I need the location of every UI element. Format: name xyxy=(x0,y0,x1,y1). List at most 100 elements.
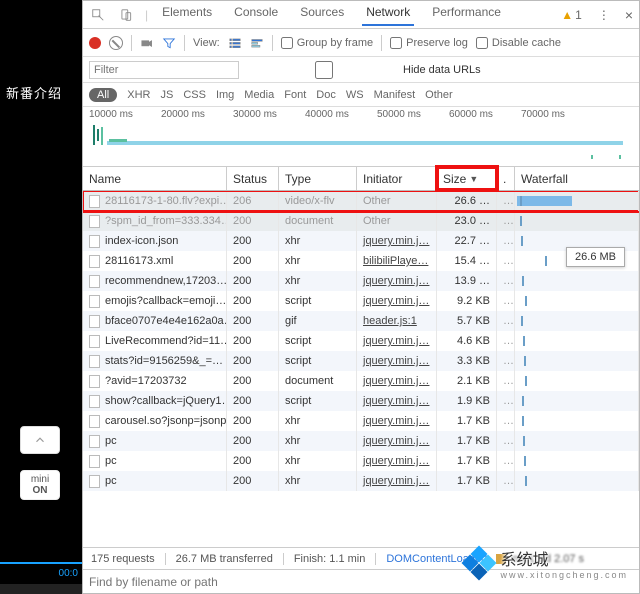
table-row[interactable]: show?callback=jQuery1…200scriptjquery.mi… xyxy=(83,391,639,411)
request-table: 26.6 MB 28116173-1-80.flv?expi…206video/… xyxy=(83,191,639,547)
table-row[interactable]: pc200xhrjquery.min.j…1.7 KB… xyxy=(83,431,639,451)
col-status[interactable]: Status xyxy=(227,167,279,190)
more-menu-icon[interactable]: ⋮ xyxy=(598,8,609,22)
req-initiator[interactable]: jquery.min.j… xyxy=(357,271,437,291)
type-filter-ws[interactable]: WS xyxy=(346,89,364,101)
filter-input[interactable] xyxy=(89,61,239,79)
type-filter-img[interactable]: Img xyxy=(216,89,234,101)
inspect-icon[interactable] xyxy=(89,6,107,24)
req-type: script xyxy=(279,331,357,351)
warning-badge[interactable]: ▲ 1 xyxy=(561,8,582,22)
req-status: 206 xyxy=(227,191,279,211)
req-initiator[interactable]: jquery.min.j… xyxy=(357,331,437,351)
req-initiator[interactable]: jquery.min.j… xyxy=(357,371,437,391)
req-name: LiveRecommend?id=11… xyxy=(105,335,227,347)
req-size: 1.7 KB xyxy=(437,451,497,471)
req-status: 200 xyxy=(227,351,279,371)
table-row[interactable]: index-icon.json200xhrjquery.min.j…22.7 …… xyxy=(83,231,639,251)
table-row[interactable]: recommendnew,17203…200xhrjquery.min.j…13… xyxy=(83,271,639,291)
table-row[interactable]: 28116173.xml200xhrbilibiliPlaye…15.4 …… xyxy=(83,251,639,271)
req-type: script xyxy=(279,391,357,411)
req-extra: … xyxy=(497,391,515,411)
hide-data-urls-checkbox[interactable]: Hide data URLs xyxy=(249,61,481,79)
file-icon xyxy=(89,475,100,488)
req-size: 1.7 KB xyxy=(437,431,497,451)
file-icon xyxy=(89,435,100,448)
record-icon[interactable] xyxy=(89,37,101,49)
type-filter-other[interactable]: Other xyxy=(425,89,453,101)
col-waterfall[interactable]: Waterfall xyxy=(515,167,639,190)
type-filter-media[interactable]: Media xyxy=(244,89,274,101)
type-filter-font[interactable]: Font xyxy=(284,89,306,101)
req-initiator: Other xyxy=(357,191,437,211)
req-type: xhr xyxy=(279,431,357,451)
req-initiator[interactable]: jquery.min.j… xyxy=(357,291,437,311)
req-initiator[interactable]: jquery.min.j… xyxy=(357,391,437,411)
camera-icon[interactable] xyxy=(140,36,154,50)
preserve-log-checkbox[interactable]: Preserve log xyxy=(390,37,468,49)
table-row[interactable]: pc200xhrjquery.min.j…1.7 KB… xyxy=(83,451,639,471)
req-initiator[interactable]: jquery.min.j… xyxy=(357,471,437,491)
col-initiator[interactable]: Initiator xyxy=(357,167,437,190)
req-size: 13.9 … xyxy=(437,271,497,291)
tab-performance[interactable]: Performance xyxy=(428,5,505,25)
req-initiator[interactable]: header.js:1 xyxy=(357,311,437,331)
disable-cache-checkbox[interactable]: Disable cache xyxy=(476,37,561,49)
req-extra: … xyxy=(497,311,515,331)
type-filter-all[interactable]: All xyxy=(89,88,117,102)
col-type[interactable]: Type xyxy=(279,167,357,190)
req-size: 3.3 KB xyxy=(437,351,497,371)
req-initiator[interactable]: jquery.min.j… xyxy=(357,231,437,251)
list-view-icon[interactable] xyxy=(228,36,242,50)
req-extra: … xyxy=(497,211,515,231)
devtools-panel: | ElementsConsoleSourcesNetworkPerforman… xyxy=(82,0,640,594)
req-type: xhr xyxy=(279,451,357,471)
req-waterfall xyxy=(515,351,639,371)
req-initiator[interactable]: jquery.min.j… xyxy=(357,351,437,371)
device-toggle-icon[interactable] xyxy=(117,6,135,24)
mini-toggle[interactable]: mini ON xyxy=(20,470,60,500)
req-name: ?spm_id_from=333.334… xyxy=(105,215,227,227)
tab-elements[interactable]: Elements xyxy=(158,5,216,25)
table-row[interactable]: ?spm_id_from=333.334…200documentOther23.… xyxy=(83,211,639,231)
overview-view-icon[interactable] xyxy=(250,36,264,50)
col-extra[interactable]: . xyxy=(497,167,515,190)
tab-network[interactable]: Network xyxy=(362,5,414,26)
group-by-frame-checkbox[interactable]: Group by frame xyxy=(281,37,373,49)
table-row[interactable]: LiveRecommend?id=11…200scriptjquery.min.… xyxy=(83,331,639,351)
clear-icon[interactable] xyxy=(109,36,123,50)
req-initiator[interactable]: bilibiliPlaye… xyxy=(357,251,437,271)
scroll-up-button[interactable] xyxy=(20,426,60,454)
filter-icon[interactable] xyxy=(162,36,176,50)
table-row[interactable]: emojis?callback=emoji…200scriptjquery.mi… xyxy=(83,291,639,311)
table-row[interactable]: stats?id=9156259&_=…200scriptjquery.min.… xyxy=(83,351,639,371)
tab-console[interactable]: Console xyxy=(230,5,282,25)
req-initiator[interactable]: jquery.min.j… xyxy=(357,451,437,471)
video-title: 新番介绍 xyxy=(6,83,62,102)
type-filter-manifest[interactable]: Manifest xyxy=(374,89,416,101)
table-row[interactable]: carousel.so?jsonp=jsonp200xhrjquery.min.… xyxy=(83,411,639,431)
progress-line[interactable] xyxy=(0,562,82,564)
table-row[interactable]: bface0707e4e4e162a0a…200gifheader.js:15.… xyxy=(83,311,639,331)
col-name[interactable]: Name xyxy=(83,167,227,190)
type-filter-js[interactable]: JS xyxy=(160,89,173,101)
req-type: xhr xyxy=(279,271,357,291)
req-initiator[interactable]: jquery.min.j… xyxy=(357,411,437,431)
warning-icon: ▲ xyxy=(561,8,573,22)
col-size[interactable]: Size▼ xyxy=(437,167,497,190)
req-type: xhr xyxy=(279,231,357,251)
table-row[interactable]: pc200xhrjquery.min.j…1.7 KB… xyxy=(83,471,639,491)
close-devtools-icon[interactable]: × xyxy=(625,7,633,23)
table-row[interactable]: ?avid=17203732200documentjquery.min.j…2.… xyxy=(83,371,639,391)
req-name: stats?id=9156259&_=… xyxy=(105,355,223,367)
type-filter-doc[interactable]: Doc xyxy=(316,89,336,101)
play-time: 00:0 xyxy=(59,568,78,579)
req-type: script xyxy=(279,291,357,311)
req-waterfall xyxy=(515,291,639,311)
req-initiator[interactable]: jquery.min.j… xyxy=(357,431,437,451)
type-filter-xhr[interactable]: XHR xyxy=(127,89,150,101)
timeline-overview[interactable]: 10000 ms20000 ms30000 ms40000 ms50000 ms… xyxy=(83,107,639,167)
table-row[interactable]: 28116173-1-80.flv?expi…206video/x-flvOth… xyxy=(83,191,639,211)
tab-sources[interactable]: Sources xyxy=(296,5,348,25)
type-filter-css[interactable]: CSS xyxy=(183,89,206,101)
